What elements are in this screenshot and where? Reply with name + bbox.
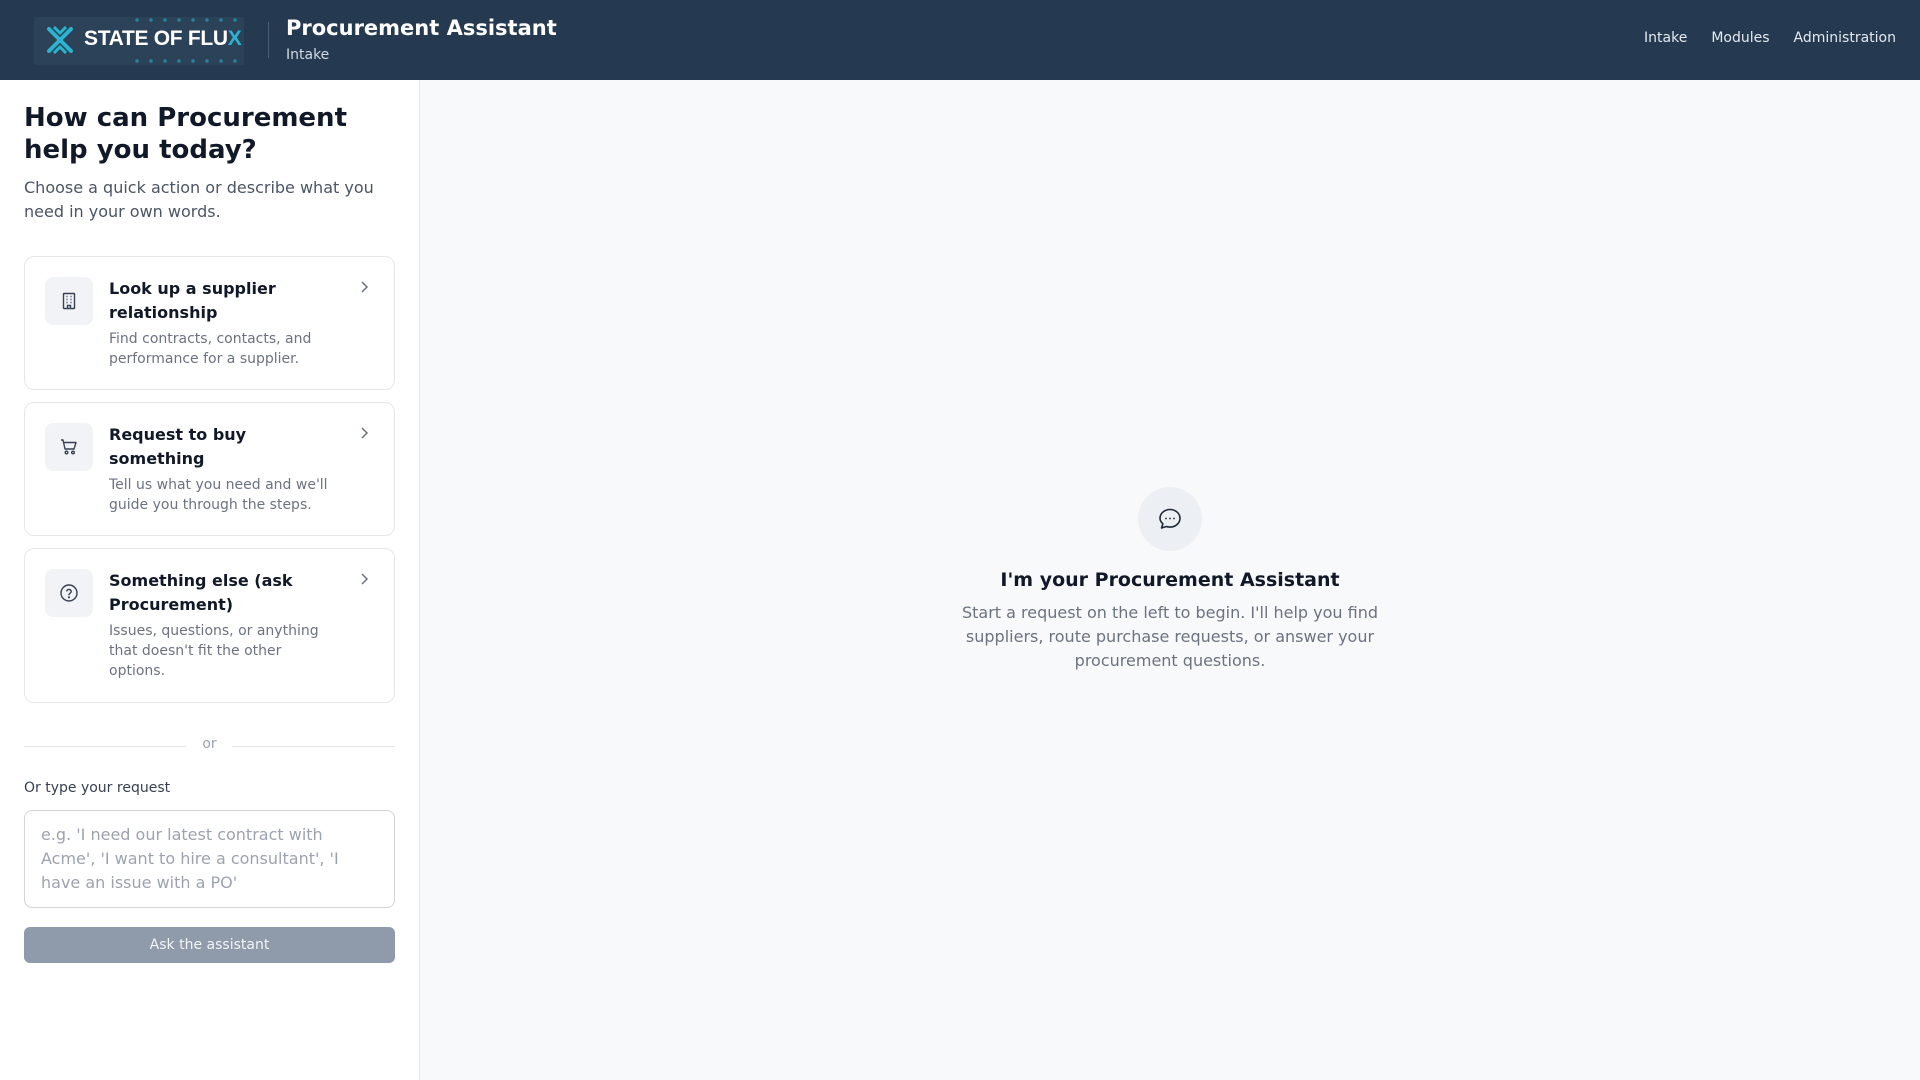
chat-bubble-icon xyxy=(1138,487,1202,551)
divider-line xyxy=(232,746,395,747)
top-bar: STATE OF FLUX Procurement Assistant Inta… xyxy=(0,0,1920,80)
shopping-cart-icon xyxy=(45,423,93,471)
logo-wordmark: STATE OF FLUX xyxy=(84,27,242,50)
empty-state-title: I'm your Procurement Assistant xyxy=(1000,569,1340,591)
action-card-description: Find contracts, contacts, and performanc… xyxy=(109,331,312,367)
action-card-description: Tell us what you need and we'll guide yo… xyxy=(109,477,328,513)
page-subtitle: Intake xyxy=(286,47,330,63)
nav-administration[interactable]: Administration xyxy=(1794,30,1896,46)
logo-dots-decoration xyxy=(130,59,240,63)
action-card-description: Issues, questions, or anything that does… xyxy=(109,623,319,679)
chevron-right-icon xyxy=(361,427,369,439)
nav-intake[interactable]: Intake xyxy=(1644,30,1687,46)
action-card-supplier-lookup[interactable]: Look up a supplier relationship Find con… xyxy=(24,256,395,390)
request-input-label: Or type your request xyxy=(24,780,171,796)
panel-heading: How can Procurement help you today? xyxy=(24,103,347,165)
action-card-request-to-buy[interactable]: Request to buy something Tell us what yo… xyxy=(24,402,395,536)
panel-subheading: Choose a quick action or describe what y… xyxy=(24,178,374,221)
state-of-flux-logo[interactable]: STATE OF FLUX xyxy=(34,17,244,65)
or-divider: or xyxy=(24,736,395,756)
question-circle-icon xyxy=(45,569,93,617)
building-icon xyxy=(45,277,93,325)
action-card-title: Look up a supplier relationship xyxy=(109,279,276,322)
action-card-title: Request to buy something xyxy=(109,425,247,468)
top-nav: Intake Modules Administration xyxy=(1644,30,1896,46)
chevron-right-icon xyxy=(361,573,369,585)
assistant-empty-state: I'm your Procurement Assistant Start a r… xyxy=(420,80,1920,1080)
app-title: Procurement Assistant xyxy=(286,16,557,40)
action-card-title: Something else (ask Procurement) xyxy=(109,571,293,614)
ask-assistant-button[interactable]: Ask the assistant xyxy=(24,927,395,963)
empty-state-description: Start a request on the left to begin. I'… xyxy=(961,603,1378,670)
request-panel: How can Procurement help you today? Choo… xyxy=(0,80,420,1080)
logo-mark-icon xyxy=(47,25,73,55)
or-divider-text: or xyxy=(202,736,217,752)
header-divider xyxy=(268,22,269,58)
request-input[interactable] xyxy=(24,810,395,908)
logo-dots-decoration xyxy=(130,18,240,22)
chevron-right-icon xyxy=(361,281,369,293)
action-card-ask-procurement[interactable]: Something else (ask Procurement) Issues,… xyxy=(24,548,395,703)
nav-modules[interactable]: Modules xyxy=(1711,30,1769,46)
